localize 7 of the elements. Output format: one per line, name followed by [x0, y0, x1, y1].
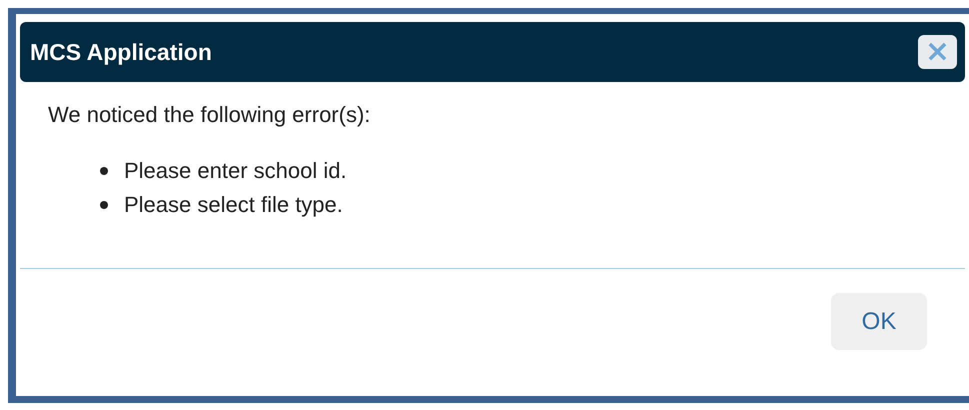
error-message: We noticed the following error(s): [48, 102, 372, 128]
bullet-icon [100, 201, 108, 209]
error-item: Please select file type. [124, 192, 343, 218]
dialog-title: MCS Application [30, 38, 212, 66]
error-item: Please enter school id. [124, 158, 347, 184]
bullet-icon [100, 167, 108, 175]
ok-button[interactable]: OK [831, 293, 927, 350]
